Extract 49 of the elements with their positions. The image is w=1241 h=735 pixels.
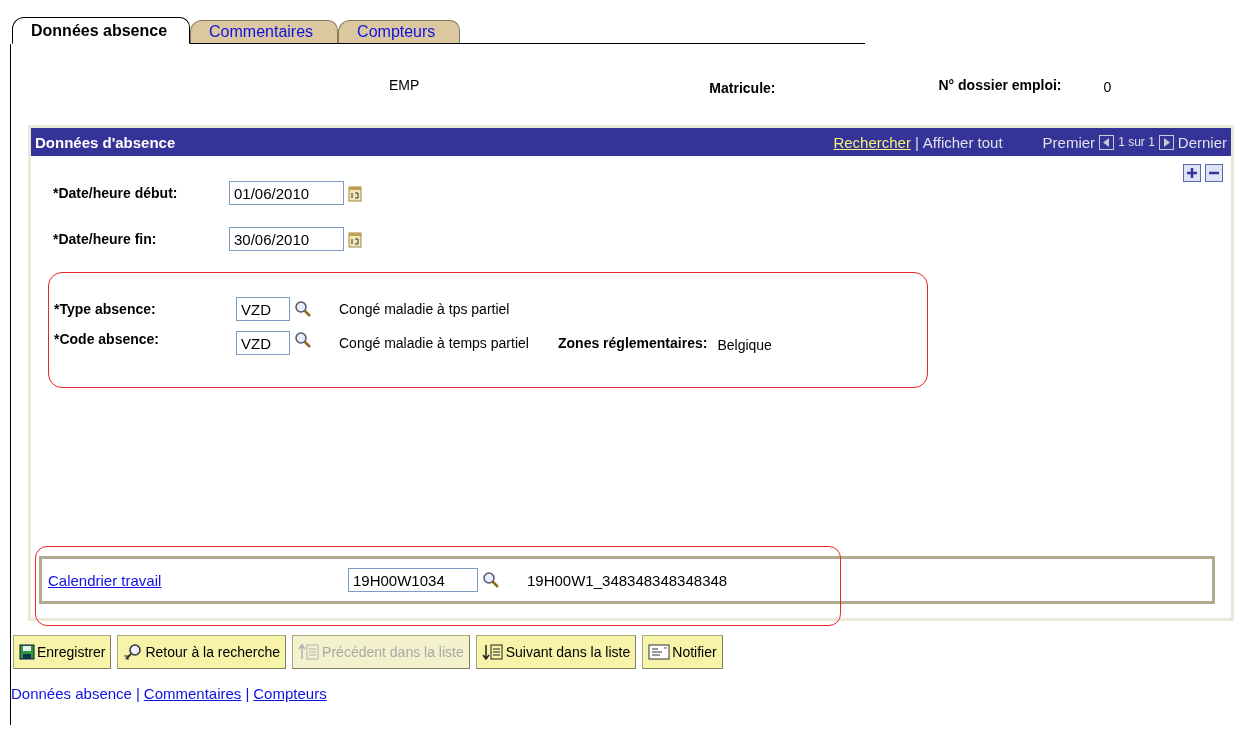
page-link[interactable]: Compteurs [253,685,327,702]
separator-text: | [135,685,140,702]
description-text: Congé maladie à tps partiel [339,300,511,319]
dossier-value: 0 [1103,79,1112,95]
search-icon[interactable] [293,300,313,318]
code-field[interactable]: VZD [236,331,290,355]
page-link[interactable]: Données absence [11,685,132,702]
field-label: Zones réglementaires: [558,335,708,351]
up-arrow-list-icon [298,643,321,661]
note-icon [648,643,671,661]
section-title: Données d'absence [35,133,176,151]
add-icon[interactable] [1183,164,1201,182]
first-text: Premier [1042,133,1096,151]
tab[interactable]: Compteurs [338,20,461,43]
calendar-link[interactable]: Calendrier travail [48,571,348,589]
show-all-text: Afficher tout [922,133,1003,151]
down-arrow-list-icon [481,643,504,661]
separator-text: | [914,133,919,151]
field-label: *Date/heure fin: [53,231,158,247]
last-text: Dernier [1177,133,1227,151]
code-field[interactable]: VZD [236,297,290,321]
tab[interactable]: Commentaires [190,20,339,43]
field-value: Belgique [717,337,772,353]
field-label: *Code absence: [54,331,161,347]
date-field[interactable]: 01/06/2010 [229,181,344,205]
field-label: *Date/heure début: [53,185,179,201]
search-icon[interactable] [481,571,501,589]
calendar-icon[interactable] [348,184,362,202]
search-link[interactable]: Rechercher [833,133,911,151]
toolbar-button[interactable]: Notifier [642,635,723,669]
toolbar-button[interactable]: Suivant dans la liste [475,635,637,669]
remove-icon[interactable] [1205,164,1223,182]
calendar-field[interactable]: 19H00W1034 [348,568,478,592]
toolbar-button[interactable]: Enregistrer [13,635,112,669]
separator-text: | [245,685,250,702]
field-label: *Type absence: [54,301,157,317]
page-count-text: 1 sur 1 [1118,135,1155,149]
date-field[interactable]: 30/06/2010 [229,227,344,251]
description-text: 19H00W1_348348348348348 [527,571,728,589]
page-link[interactable]: Commentaires [143,685,242,702]
tab[interactable]: Données absence [12,17,191,44]
toolbar-button[interactable]: Retour à la recherche [117,635,287,669]
employee-text: EMP [389,77,420,93]
magnifier-arrow-icon [123,643,144,661]
calendar-icon[interactable] [348,230,362,248]
search-icon[interactable] [293,331,313,349]
matricule-label: Matricule: [709,80,776,96]
description-text: Congé maladie à temps partiel [339,334,530,353]
dossier-label: N° dossier emploi: [938,77,1062,93]
